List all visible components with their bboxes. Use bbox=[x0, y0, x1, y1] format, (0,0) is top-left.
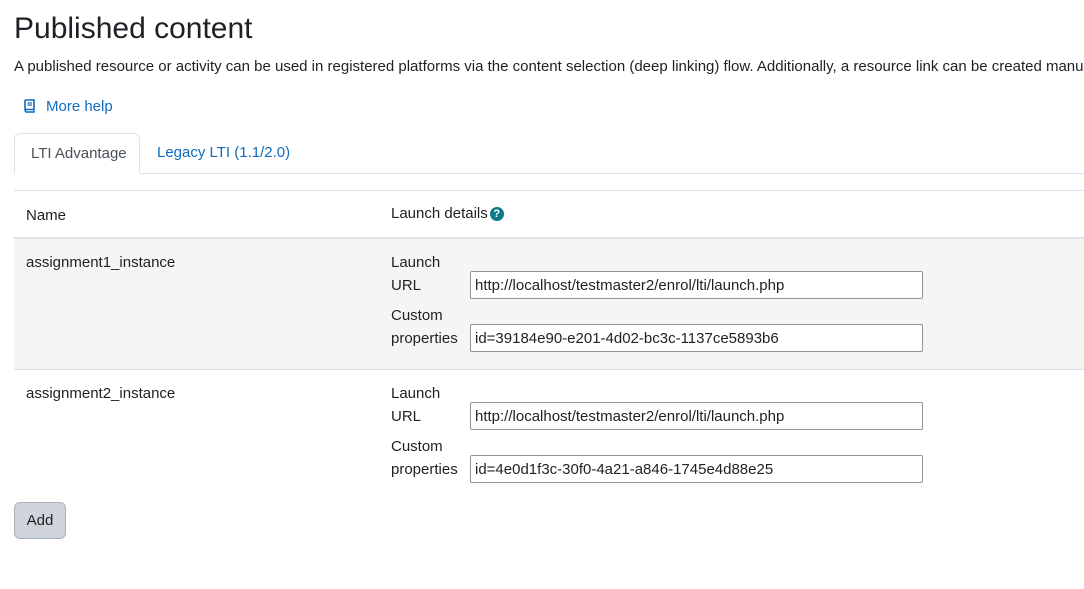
add-button[interactable]: Add bbox=[14, 502, 66, 539]
custom-properties-label: Custom properties bbox=[391, 438, 458, 478]
published-content-page: Published content A published resource o… bbox=[0, 0, 1084, 589]
table-row: assignment1_instance LaunchURL Custompro… bbox=[14, 239, 1084, 370]
tab-bar: LTI Advantage Legacy LTI (1.1/2.0) bbox=[14, 133, 1084, 174]
custom-properties-field[interactable] bbox=[470, 324, 923, 352]
tab-legacy-lti[interactable]: Legacy LTI (1.1/2.0) bbox=[141, 133, 306, 173]
more-help-link[interactable]: More help bbox=[22, 96, 113, 116]
launch-details-label: Launch details bbox=[391, 205, 488, 222]
more-help-label: More help bbox=[46, 97, 113, 115]
book-icon bbox=[24, 99, 35, 113]
column-header-launch-details: Launch details ? bbox=[391, 205, 504, 222]
published-content-table: Name Launch details ? assignment1_instan… bbox=[14, 190, 1084, 501]
launch-url-label: Launch URL bbox=[391, 254, 441, 294]
column-header-name: Name bbox=[26, 207, 67, 224]
launch-url-field[interactable] bbox=[470, 402, 923, 430]
custom-properties-label: Custom properties bbox=[391, 307, 458, 347]
intro-text: A published resource or activity can be … bbox=[14, 58, 1084, 75]
row-name: assignment1_instance bbox=[26, 254, 176, 271]
tab-lti-advantage[interactable]: LTI Advantage bbox=[14, 133, 140, 174]
row-name: assignment2_instance bbox=[26, 385, 176, 402]
custom-properties-field[interactable] bbox=[470, 455, 923, 483]
launch-url-label: Launch URL bbox=[391, 385, 441, 425]
table-row: assignment2_instance LaunchURL Custompro… bbox=[14, 370, 1084, 501]
question-circle-icon[interactable]: ? bbox=[489, 206, 504, 221]
table-header: Name Launch details ? bbox=[14, 190, 1084, 239]
page-title: Published content bbox=[14, 12, 253, 45]
launch-url-field[interactable] bbox=[470, 271, 923, 299]
